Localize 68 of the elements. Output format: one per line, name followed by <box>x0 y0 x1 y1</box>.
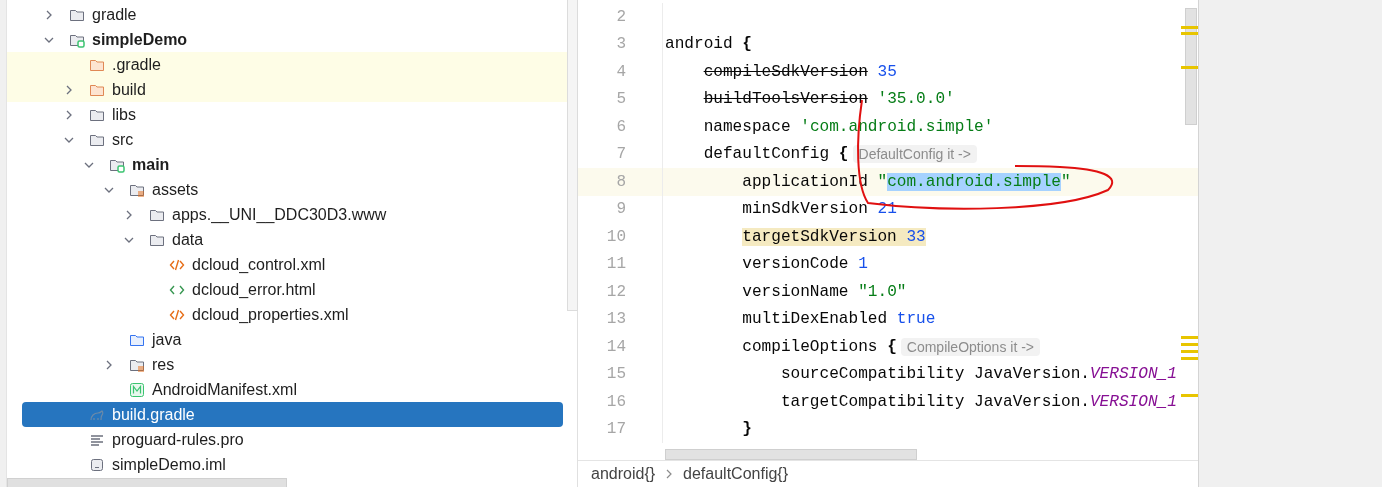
warning-marker[interactable] <box>1181 394 1198 397</box>
code-line: versionCode 1 <box>742 255 868 274</box>
chevron-right-icon[interactable] <box>64 84 74 95</box>
code-line: } <box>742 420 752 439</box>
warning-marker[interactable] <box>1181 350 1198 353</box>
tree-item[interactable]: .gradle <box>7 52 567 77</box>
tree-item[interactable]: data <box>22 227 563 252</box>
line-number: 14 <box>578 333 663 361</box>
line-number: 4 <box>578 58 663 86</box>
tree-item[interactable]: proguard-rules.pro <box>22 427 563 452</box>
line-number: 10 <box>578 223 663 251</box>
line-number: 6 <box>578 113 663 141</box>
code-line: compileSdkVersion 35 <box>703 62 897 81</box>
tree-item[interactable]: dcloud_error.html <box>22 277 563 302</box>
breadcrumb[interactable]: android{} <box>591 465 656 483</box>
warning-marker[interactable] <box>1181 357 1198 360</box>
tree-item[interactable]: main <box>22 152 563 177</box>
scrollbar-thumb[interactable] <box>1185 8 1197 125</box>
code-line: targetSdkVersion 33 <box>742 227 926 246</box>
warning-marker[interactable] <box>1181 343 1198 346</box>
tree-item[interactable]: libs <box>22 102 563 127</box>
tree-item[interactable]: build.gradle <box>22 402 563 427</box>
warning-marker[interactable] <box>1181 66 1198 69</box>
chevron-right-icon <box>665 469 674 479</box>
code-line: targetCompatibility JavaVersion.VERSION_1 <box>780 392 1177 411</box>
chevron-right-icon[interactable] <box>64 109 74 120</box>
line-number: 15 <box>578 360 663 388</box>
line-number: 11 <box>578 250 663 278</box>
line-number: 13 <box>578 305 663 333</box>
code-line: sourceCompatibility JavaVersion.VERSION_1 <box>780 365 1177 384</box>
tree-item[interactable]: java <box>22 327 563 352</box>
tree-item[interactable]: src <box>22 127 563 152</box>
code-line: defaultConfig { <box>703 145 849 164</box>
tree-item[interactable]: res <box>22 352 563 377</box>
tree-item[interactable]: AndroidManifest.xml <box>22 377 563 402</box>
line-number: 5 <box>578 85 663 113</box>
scrollbar-thumb[interactable] <box>665 449 917 460</box>
chevron-right-icon[interactable] <box>124 209 134 220</box>
code-line: buildToolsVersion '35.0.0' <box>703 90 955 109</box>
warning-marker[interactable] <box>1181 26 1198 29</box>
tree-item[interactable]: simpleDemo.iml <box>22 452 563 477</box>
line-number: 9 <box>578 195 663 223</box>
tree-item[interactable]: simpleDemo <box>22 27 563 52</box>
scrollbar-thumb[interactable] <box>7 478 287 487</box>
code-line: android { <box>665 35 752 54</box>
line-number: 12 <box>578 278 663 306</box>
tree-item[interactable]: dcloud_control.xml <box>22 252 563 277</box>
tree-item[interactable]: dcloud_properties.xml <box>22 302 563 327</box>
chevron-right-icon[interactable] <box>104 359 114 370</box>
line-number: 3 <box>578 30 663 58</box>
line-number: 8 <box>578 168 663 196</box>
line-number: 2 <box>578 3 663 31</box>
code-line: versionName "1.0" <box>742 282 907 301</box>
tree-item[interactable]: assets <box>22 177 563 202</box>
file-icon <box>89 456 105 473</box>
warning-marker[interactable] <box>1181 32 1198 35</box>
warning-marker[interactable] <box>1181 336 1198 339</box>
line-number: 17 <box>578 415 663 443</box>
breadcrumb[interactable]: defaultConfig{} <box>683 465 789 483</box>
code-line: compileOptions { <box>742 337 897 356</box>
code-line: multiDexEnabled true <box>742 310 936 329</box>
m-letter-icon <box>129 381 145 398</box>
tree-item[interactable]: gradle <box>22 2 563 27</box>
chevron-right-icon[interactable] <box>44 9 54 20</box>
line-number: 16 <box>578 388 663 416</box>
scrollbar-thumb[interactable] <box>567 0 578 311</box>
tree-item[interactable]: build <box>7 77 567 102</box>
tree-item[interactable]: apps.__UNI__DDC30D3.www <box>22 202 563 227</box>
